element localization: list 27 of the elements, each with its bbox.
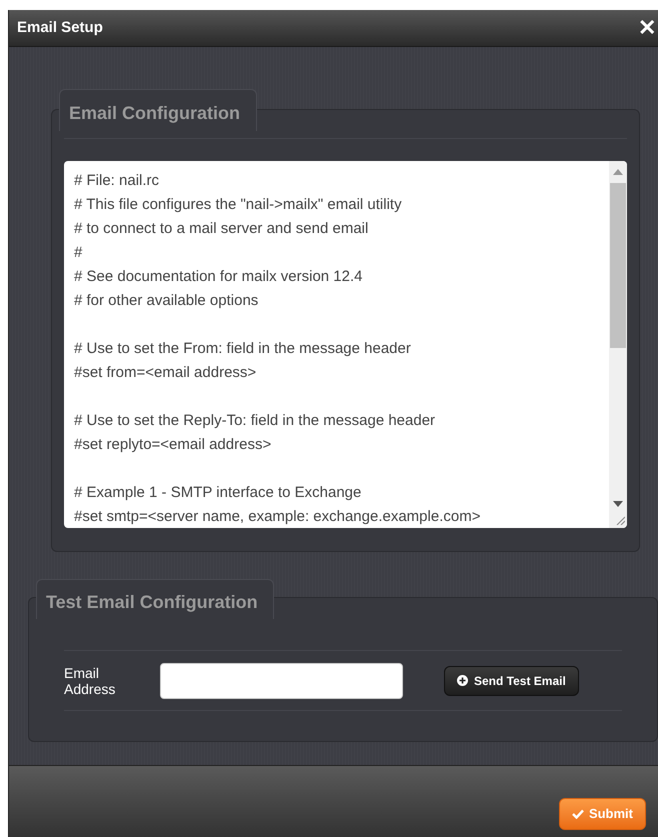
section-title: Test Email Configuration — [46, 592, 258, 612]
config-text-area[interactable] — [64, 161, 627, 528]
config-line: # Use to set the Reply-To: field in the message header — [74, 411, 436, 431]
checkmark-icon — [572, 808, 584, 818]
config-line: # File: nail.rc — [74, 171, 160, 191]
email-input-field[interactable] — [160, 662, 403, 698]
section-title: Email Configuration — [69, 103, 240, 123]
config-line: #set from=<email address> — [74, 363, 258, 383]
config-line: #set replyto=<email address> — [74, 435, 272, 455]
field-label: Email Address — [64, 664, 116, 696]
send-test-email-button[interactable]: Send Test Email — [444, 666, 579, 696]
close-button[interactable]: ✕ — [638, 17, 656, 39]
resize-grip-icon[interactable] — [615, 515, 625, 525]
window-title: Email Setup — [17, 18, 103, 38]
scrollbar-thumb[interactable] — [610, 183, 626, 348]
config-line: # to connect to a mail server and send email — [74, 219, 370, 239]
config-line: # — [74, 243, 84, 263]
config-line: # This file configures the "nail->mailx" email utility — [74, 195, 403, 215]
config-line: #set smtp=<server name, example: exchange.example.com> — [74, 507, 482, 527]
config-line: # Example 1 - SMTP interface to Exchange — [74, 483, 362, 503]
scroll-up-icon[interactable] — [613, 169, 623, 175]
config-line: # Use to set the From: field in the message header — [74, 339, 412, 359]
config-line: # for other available options — [74, 291, 260, 311]
plus-circle-icon — [457, 675, 468, 686]
scrollbar[interactable] — [609, 161, 627, 528]
config-line: # See documentation for mailx version 12.4 — [74, 267, 364, 287]
scroll-down-icon[interactable] — [613, 501, 623, 507]
